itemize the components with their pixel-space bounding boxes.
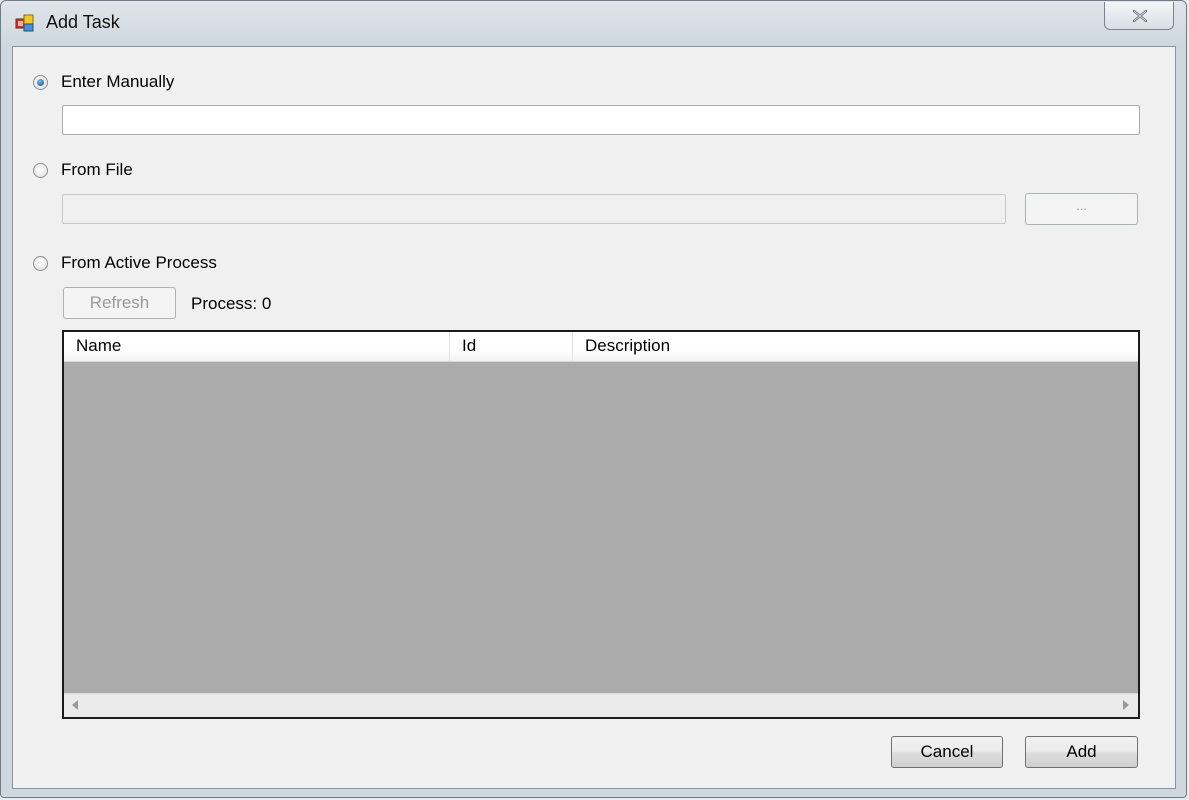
title-bar[interactable]: Add Task xyxy=(1,1,1186,45)
cancel-button[interactable]: Cancel xyxy=(891,736,1003,768)
active-process-radio[interactable] xyxy=(33,255,48,271)
close-button[interactable] xyxy=(1104,2,1174,30)
scroll-left-arrow-icon[interactable] xyxy=(72,700,78,710)
horizontal-scrollbar[interactable] xyxy=(64,693,1138,717)
browse-button[interactable]: ... xyxy=(1025,193,1138,225)
app-window-icon xyxy=(15,14,34,32)
add-button[interactable]: Add xyxy=(1025,736,1138,768)
column-header-name[interactable]: Name xyxy=(64,332,450,361)
active-process-label: From Active Process xyxy=(61,253,217,272)
column-header-description[interactable]: Description xyxy=(573,332,1138,361)
enter-manually-option[interactable]: Enter Manually xyxy=(33,72,174,92)
from-file-option[interactable]: From File xyxy=(33,160,133,180)
scroll-right-arrow-icon[interactable] xyxy=(1123,700,1129,710)
enter-manually-radio[interactable] xyxy=(33,74,48,90)
refresh-button[interactable]: Refresh xyxy=(63,287,176,319)
process-list-header: Name Id Description xyxy=(64,332,1138,362)
enter-manually-label: Enter Manually xyxy=(61,72,175,91)
close-x-icon xyxy=(1132,9,1148,23)
from-file-label: From File xyxy=(61,160,133,179)
dialog-body: Enter Manually From File ... From Active… xyxy=(12,46,1176,789)
active-process-option[interactable]: From Active Process xyxy=(33,253,217,273)
process-list[interactable]: Name Id Description xyxy=(62,330,1140,719)
file-path-input[interactable] xyxy=(62,194,1006,224)
from-file-radio[interactable] xyxy=(33,162,48,178)
add-task-dialog: Add Task Enter Manually From File ... Fr… xyxy=(0,0,1187,798)
process-list-body[interactable] xyxy=(64,362,1138,694)
manual-task-input[interactable] xyxy=(62,105,1140,135)
column-header-id[interactable]: Id xyxy=(450,332,573,361)
process-count-label: Process: 0 xyxy=(191,294,272,313)
window-title: Add Task xyxy=(46,12,120,32)
